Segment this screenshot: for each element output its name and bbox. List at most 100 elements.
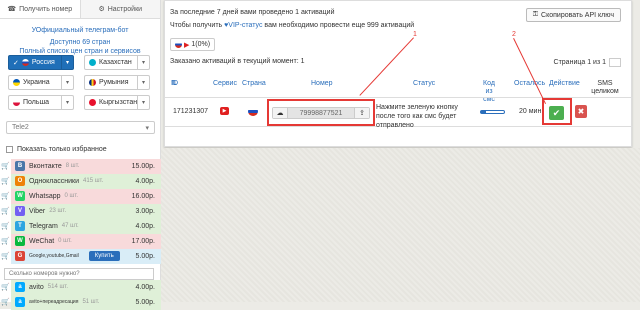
service-count: 0 шт. <box>64 193 79 199</box>
flag-icon <box>13 99 20 106</box>
tab-get-number[interactable]: ☎ Получить номер <box>0 0 81 18</box>
activation-id: 171231307 <box>173 108 209 115</box>
service-name: WeChat <box>29 237 55 245</box>
favorites-toggle[interactable]: Показать только избранное <box>6 146 107 153</box>
service-count: 23 шт. <box>49 208 67 214</box>
col-id[interactable]: ID ⇅ <box>171 80 178 88</box>
service-name: avito <box>29 283 44 291</box>
wechat-icon: W <box>15 236 25 246</box>
confirm-sms-sent-button[interactable]: ✔ <box>549 106 564 120</box>
phone-number[interactable]: 79998877521 <box>287 108 355 118</box>
service-count: 0 шт. <box>58 238 72 244</box>
service-price: 16.00р. <box>131 192 155 200</box>
key-icon: ⚿ <box>532 11 539 18</box>
chevron-down-icon[interactable]: ▾ <box>138 75 150 90</box>
quantity-input[interactable]: Сколько номеров нужно? <box>4 268 154 280</box>
service-row[interactable]: 🛒 G Google,youtube,Gmail Купить 5.00р. <box>0 248 161 264</box>
cart-icon[interactable]: 🛒 <box>0 222 11 230</box>
left-sidebar: ☎ Получить номер ⚙ Настройки УОфициальный … <box>0 0 161 310</box>
operator-select[interactable]: Tele2 ▾ <box>6 121 155 134</box>
service-price: 4.00р. <box>135 283 155 291</box>
cart-icon[interactable]: 🛒 <box>0 177 11 185</box>
activations-summary: За последние 7 дней вами проведено 1 акт… <box>170 9 335 16</box>
flag-icon <box>89 99 96 106</box>
cloud-icon[interactable]: ☁ <box>273 108 287 118</box>
country-poland[interactable]: Польша ▾ <box>8 95 74 110</box>
vip-status-text: Чтобы получить ♥VIP-статус вам необходим… <box>170 22 415 29</box>
youtube-icon: ▶ <box>184 41 190 49</box>
gear-icon: ⚙ <box>98 6 105 13</box>
chevron-down-icon[interactable]: ▾ <box>138 95 150 110</box>
cart-icon[interactable]: 🛒 <box>0 162 11 170</box>
service-row[interactable]: 🛒 a avito+переадресация 51 шт. 5.00р. <box>0 294 161 310</box>
sidebar-tabs: ☎ Получить номер ⚙ Настройки <box>0 0 160 19</box>
service-price: 5.00р. <box>135 252 155 260</box>
whatsapp-icon: W <box>15 191 25 201</box>
cart-icon[interactable]: 🛒 <box>0 298 11 306</box>
countries-available-link[interactable]: Доступно 69 стран <box>0 38 160 47</box>
vip-status-link[interactable]: ♥VIP-статус <box>224 22 262 29</box>
flag-icon <box>21 59 29 66</box>
cart-icon[interactable]: 🛒 <box>0 192 11 200</box>
service-count: 47 шт. <box>61 223 79 229</box>
service-name: Google,youtube,Gmail <box>29 253 79 259</box>
chevron-down-icon[interactable]: ▾ <box>62 75 74 90</box>
col-number: Номер <box>311 80 333 87</box>
background-pattern <box>161 148 640 302</box>
service-row[interactable]: 🛒 B Вконтакте 8 шт. 15.00р. <box>0 158 161 174</box>
favorites-checkbox[interactable] <box>6 146 13 153</box>
cart-icon[interactable]: 🛒 <box>0 252 11 260</box>
chevron-down-icon[interactable]: ▾ <box>62 95 74 110</box>
country-romania[interactable]: Румыния ▾ <box>84 75 150 90</box>
tab-settings[interactable]: ⚙ Настройки <box>80 0 160 18</box>
telegram-bot-link[interactable]: УОфициальный телеграм-бот <box>0 26 160 35</box>
service-row[interactable]: 🛒 W Whatsapp 0 шт. 16.00р. <box>0 188 161 204</box>
activations-badge: ▶ 1(0%) <box>170 38 216 51</box>
ok-icon: O <box>15 176 25 186</box>
col-sms-full: SMS целиком <box>591 80 619 95</box>
service-name: Whatsapp <box>29 192 61 200</box>
vk-icon: B <box>15 161 25 171</box>
service-row[interactable]: 🛒 a avito 514 шт. 4.00р. <box>0 279 161 295</box>
service-count: 514 шт. <box>47 284 69 290</box>
flag-icon <box>13 79 20 86</box>
cart-icon[interactable]: 🛒 <box>0 207 11 215</box>
service-price: 4.00р. <box>135 177 155 185</box>
page-select[interactable] <box>609 58 621 67</box>
buy-button[interactable]: Купить <box>88 251 120 261</box>
avito-icon: a <box>15 282 25 292</box>
cancel-activation-button[interactable]: ✖ <box>575 105 587 118</box>
chevron-down-icon[interactable]: ▾ <box>138 55 150 70</box>
service-row[interactable]: 🛒 V Viber 23 шт. 3.00р. <box>0 203 161 219</box>
flag-icon <box>89 59 96 66</box>
service-price: 3.00р. <box>135 207 155 215</box>
table-header: ID ⇅ Сервис Страна Номер Статус Код из с… <box>165 79 633 103</box>
country-kyrgyzstan[interactable]: Кыргызстан ▾ <box>84 95 150 110</box>
col-country: Страна <box>242 80 266 87</box>
col-remaining: Осталось <box>514 80 546 87</box>
country-ukraine[interactable]: Украина ▾ <box>8 75 74 90</box>
copy-api-key-button[interactable]: ⚿ Скопировать API ключ <box>525 8 621 22</box>
chevron-down-icon[interactable]: ▾ <box>62 55 74 70</box>
service-row[interactable]: 🛒 T Telegram 47 шт. 4.00р. <box>0 218 161 234</box>
country-selector: ✓ Россия ▾ Казахстан ▾ Украина ▾ Румыния ▾ По… <box>8 55 158 115</box>
avito-forward-icon: a <box>15 297 25 307</box>
status-text: Нажмите зеленую кнопку после того как см… <box>376 104 458 129</box>
cart-icon[interactable]: 🛒 <box>0 283 11 291</box>
sms-progress-bar <box>480 110 505 114</box>
check-icon: ✓ <box>13 59 19 67</box>
country-kazakhstan[interactable]: Казахстан ▾ <box>84 55 150 70</box>
service-row[interactable]: 🛒 O Одноклассники 415 шт. 4.00р. <box>0 173 161 189</box>
country-russia[interactable]: ✓ Россия ▾ <box>8 55 74 70</box>
service-name: Telegram <box>29 222 58 230</box>
phone-number-field: ☁ 79998877521 ⇪ <box>272 107 370 119</box>
service-name: avito+переадресация <box>29 299 79 305</box>
service-price: 5.00р. <box>135 298 155 306</box>
service-list: 🛒 B Вконтакте 8 шт. 15.00р. 🛒 O Одноклассники 41… <box>0 158 161 310</box>
cart-icon[interactable]: 🛒 <box>0 237 11 245</box>
service-row[interactable]: 🛒 W WeChat 0 шт. 17.00р. <box>0 233 161 249</box>
cloud-upload-icon[interactable]: ⇪ <box>355 108 369 118</box>
remaining-time: 20 мин <box>519 108 542 115</box>
telegram-icon: T <box>15 221 25 231</box>
service-count: 51 шт. <box>82 299 100 305</box>
